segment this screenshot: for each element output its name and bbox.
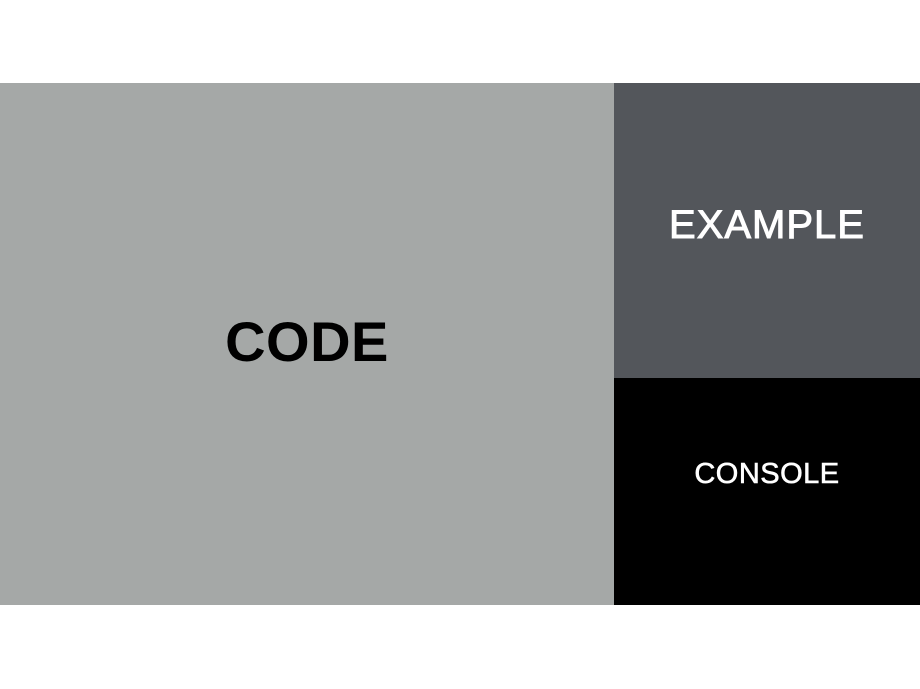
example-panel: EXAMPLE <box>614 83 920 378</box>
layout-diagram: CODE EXAMPLE CONSOLE <box>0 83 920 605</box>
console-label: CONSOLE <box>694 458 840 491</box>
console-panel: CONSOLE <box>614 378 920 605</box>
code-label: CODE <box>225 309 389 373</box>
code-panel: CODE <box>0 83 614 605</box>
right-column: EXAMPLE CONSOLE <box>614 83 920 605</box>
example-label: EXAMPLE <box>669 203 865 248</box>
